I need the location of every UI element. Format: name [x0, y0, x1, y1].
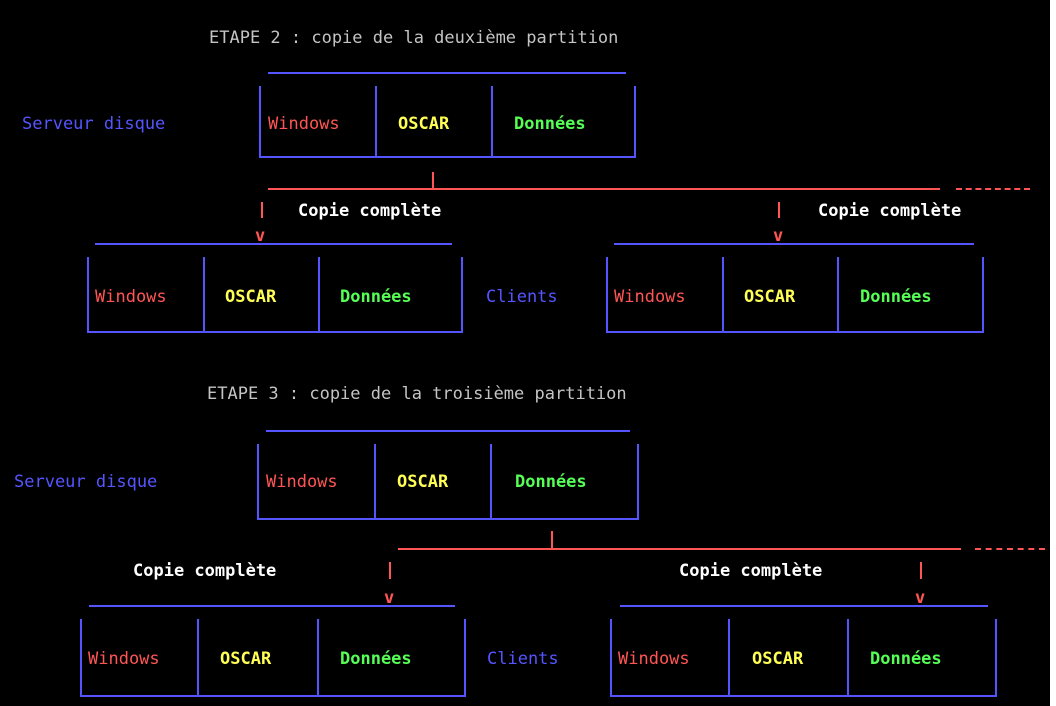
step2-right-arrow-icon: v [773, 226, 784, 246]
step3-server-top-border [266, 430, 630, 432]
step3-left-connector [389, 562, 391, 579]
step3-client-right-border-right [995, 619, 997, 697]
step2-client-left-top-border [95, 243, 452, 245]
step2-client-left-border-right [461, 257, 463, 333]
step3-client-right-windows: Windows [618, 649, 690, 669]
step3-client-right-bottom-border [612, 695, 995, 697]
step2-client-left-donnees: Données [340, 287, 412, 307]
step2-client-right-donnees: Données [860, 287, 932, 307]
step2-server-label: Serveur disque [22, 114, 166, 134]
step2-right-connector [778, 202, 780, 218]
step2-client-left-windows: Windows [95, 287, 167, 307]
step3-client-left-border-right [464, 619, 466, 697]
step2-client-left-border-left [87, 257, 89, 333]
step3-client-right-divider-1 [728, 619, 730, 697]
step2-client-right-border-right [982, 257, 984, 333]
step2-client-left-divider-1 [203, 257, 205, 333]
step3-client-left-border-left [80, 619, 82, 697]
step2-client-right-bottom-border [608, 331, 982, 333]
step3-copy-left-label: Copie complète [133, 561, 277, 581]
step3-client-left-windows: Windows [88, 649, 160, 669]
step2-server-border-right [634, 86, 636, 158]
step3-server-divider-1 [374, 444, 376, 520]
step2-server-top-border [268, 72, 626, 74]
step3-copy-right-label: Copie complète [679, 561, 823, 581]
step2-distribution-dash [956, 188, 1030, 190]
step3-server-oscar: OSCAR [397, 472, 449, 492]
step2-server-divider-1 [375, 86, 377, 158]
step3-client-left-oscar: OSCAR [220, 649, 272, 669]
step2-left-arrow-icon: v [255, 226, 266, 246]
terminal-screen: ETAPE 2 : copie de la deuxième partition… [0, 0, 1050, 706]
step2-client-right-oscar: OSCAR [744, 287, 796, 307]
step2-distribution-line [268, 188, 940, 190]
step3-server-label: Serveur disque [14, 472, 158, 492]
step3-distribution-dash [975, 548, 1045, 550]
step2-client-right-divider-1 [722, 257, 724, 333]
step2-left-connector [261, 202, 263, 218]
step2-client-left-oscar: OSCAR [225, 287, 277, 307]
step3-server-border-left [257, 444, 259, 520]
step2-server-divider-2 [491, 86, 493, 158]
step2-title: ETAPE 2 : copie de la deuxième partition [209, 28, 619, 48]
step2-copy-right-label: Copie complète [818, 201, 962, 221]
step3-server-border-right [637, 444, 639, 520]
step3-left-arrow-icon: v [384, 588, 395, 608]
step3-client-left-bottom-border [82, 695, 464, 697]
step2-server-oscar: OSCAR [398, 114, 450, 134]
step3-client-left-divider-2 [317, 619, 319, 697]
step3-title: ETAPE 3 : copie de la troisième partitio… [207, 384, 627, 404]
step2-server-windows: Windows [268, 114, 340, 134]
step3-client-left-top-border [89, 605, 455, 607]
step3-right-connector [920, 562, 922, 579]
step2-client-right-windows: Windows [614, 287, 686, 307]
step2-clients-label: Clients [486, 287, 558, 307]
step3-client-left-divider-1 [197, 619, 199, 697]
step3-server-divider-2 [490, 444, 492, 520]
step3-client-right-divider-2 [847, 619, 849, 697]
step3-client-right-donnees: Données [870, 649, 942, 669]
step2-copy-left-label: Copie complète [298, 201, 442, 221]
step3-right-arrow-icon: v [915, 588, 926, 608]
step2-client-right-border-left [606, 257, 608, 333]
step3-distribution-line [398, 548, 961, 550]
step2-server-donnees: Données [514, 114, 586, 134]
step2-source-connector [432, 172, 434, 188]
step3-client-right-oscar: OSCAR [752, 649, 804, 669]
step2-client-left-bottom-border [89, 331, 461, 333]
step3-client-left-donnees: Données [340, 649, 412, 669]
step3-client-right-border-left [610, 619, 612, 697]
step3-server-bottom-border [259, 518, 637, 520]
step3-clients-label: Clients [487, 649, 559, 669]
step2-client-right-divider-2 [837, 257, 839, 333]
step2-client-right-top-border [614, 243, 974, 245]
step3-source-connector [551, 531, 553, 548]
step2-server-bottom-border [261, 156, 634, 158]
step3-client-right-top-border [620, 605, 988, 607]
step2-client-left-divider-2 [318, 257, 320, 333]
step3-server-windows: Windows [266, 472, 338, 492]
step3-server-donnees: Données [515, 472, 587, 492]
step2-server-border-left [259, 86, 261, 158]
